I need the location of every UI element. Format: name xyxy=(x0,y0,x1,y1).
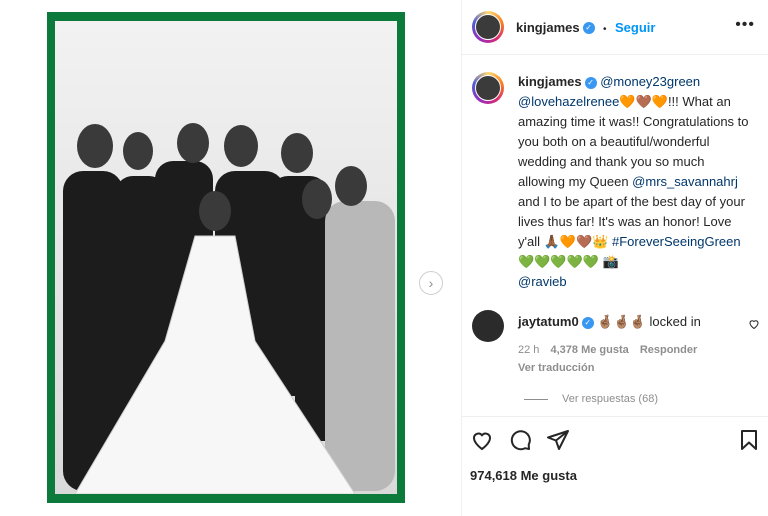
verified-icon: ✓ xyxy=(582,21,595,34)
photo-frame xyxy=(47,12,405,503)
header-user-line: kingjames ✓ • Seguir xyxy=(516,19,655,37)
more-options-button[interactable]: ••• xyxy=(735,16,755,34)
post-photo-pane: › xyxy=(0,0,461,516)
mention-link[interactable]: @ravieb xyxy=(518,274,567,289)
post-photo xyxy=(55,21,397,494)
translate-link[interactable]: Ver traducción xyxy=(518,362,748,374)
follow-button[interactable]: Seguir xyxy=(615,20,655,35)
post-actions: 974,618 Me gusta xyxy=(462,416,768,516)
mention-link[interactable]: @money23green xyxy=(600,74,700,89)
bookmark-icon[interactable] xyxy=(737,428,761,452)
heart-icon[interactable] xyxy=(470,428,494,452)
post-sidebar: kingjames ✓ • Seguir ••• kingjames ✓ @mone… xyxy=(461,0,768,516)
verified-icon: ✓ xyxy=(581,316,594,329)
hearts-emoji: 🧡🤎🧡 xyxy=(619,94,668,109)
replies-divider xyxy=(524,398,548,400)
comment-likes[interactable]: 4,378 Me gusta xyxy=(550,344,628,356)
chevron-right-icon: › xyxy=(428,275,434,291)
comment-like-heart-icon[interactable] xyxy=(748,318,760,330)
comment-icon[interactable] xyxy=(508,428,532,452)
next-photo-button[interactable]: › xyxy=(419,271,443,295)
reply-button[interactable]: Responder xyxy=(640,344,697,356)
commenter-avatar[interactable] xyxy=(472,310,504,342)
comment-text: locked in xyxy=(649,314,701,329)
post-caption: kingjames ✓ @money23green @lovehazelrenee… xyxy=(518,72,754,292)
author-username[interactable]: kingjames xyxy=(516,20,580,35)
post-header: kingjames ✓ • Seguir ••• xyxy=(462,0,768,55)
share-icon[interactable] xyxy=(546,428,570,452)
comment-emoji: 🤞🏽🤞🏽🤞🏽 xyxy=(597,314,646,329)
wedding-group-photo xyxy=(55,21,397,494)
view-replies-label: Ver respuestas (68) xyxy=(562,393,658,405)
caption-avatar[interactable] xyxy=(472,72,504,104)
comment-time[interactable]: 22 h xyxy=(518,344,539,356)
mention-link[interactable]: @lovehazelrenee xyxy=(518,94,619,109)
commenter-username[interactable]: jaytatum0 xyxy=(518,314,579,329)
comment: jaytatum0 ✓ 🤞🏽🤞🏽🤞🏽 locked in 22 h 4,378 M… xyxy=(518,314,748,374)
mention-link[interactable]: @mrs_savannahrj xyxy=(632,174,738,189)
green-hearts-emoji: 💚💚💚💚💚 📸 xyxy=(518,254,619,269)
hashtag-link[interactable]: #ForeverSeeingGreen xyxy=(612,234,741,249)
view-replies-button[interactable]: Ver respuestas (68) xyxy=(524,393,658,405)
author-avatar[interactable] xyxy=(472,11,504,43)
prayer-emoji: 🙏🏾🧡🤎👑 xyxy=(543,234,609,249)
likes-count[interactable]: 974,618 Me gusta xyxy=(470,468,577,483)
verified-icon: ✓ xyxy=(584,76,597,89)
comment-meta: 22 h 4,378 Me gusta Responder xyxy=(518,344,748,356)
separator-dot: • xyxy=(603,24,607,35)
caption-username[interactable]: kingjames xyxy=(518,74,582,89)
